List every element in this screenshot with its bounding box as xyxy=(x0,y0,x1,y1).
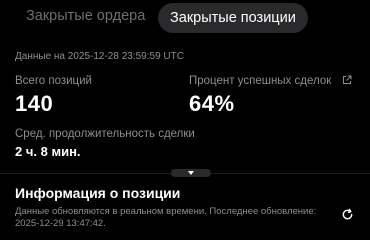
position-info-title: Информация о позиции xyxy=(15,185,181,201)
avg-duration-value: 2 ч. 8 мин. xyxy=(15,144,81,159)
avg-duration-label: Сред. продолжительность сделки xyxy=(15,128,195,140)
tab-closed-orders[interactable]: Закрытые ордера xyxy=(26,8,145,24)
collapse-button[interactable] xyxy=(171,169,211,177)
tab-bar: Закрытые ордера Закрытые позиции xyxy=(0,2,370,34)
total-positions-label: Всего позиций xyxy=(15,75,92,87)
external-link-icon[interactable] xyxy=(342,75,352,85)
refresh-icon[interactable] xyxy=(341,208,354,221)
tab-closed-positions[interactable]: Закрытые позиции xyxy=(158,3,308,33)
data-timestamp: Данные на 2025-12-28 23:59:59 UTC xyxy=(15,51,184,62)
total-positions-value: 140 xyxy=(15,91,54,116)
success-rate-label: Процент успешных сделок xyxy=(189,75,332,87)
success-rate-value: 64% xyxy=(189,91,235,116)
position-info-note: Данные обновляются в реальном времени. П… xyxy=(15,206,317,229)
chevron-down-icon xyxy=(188,171,194,175)
